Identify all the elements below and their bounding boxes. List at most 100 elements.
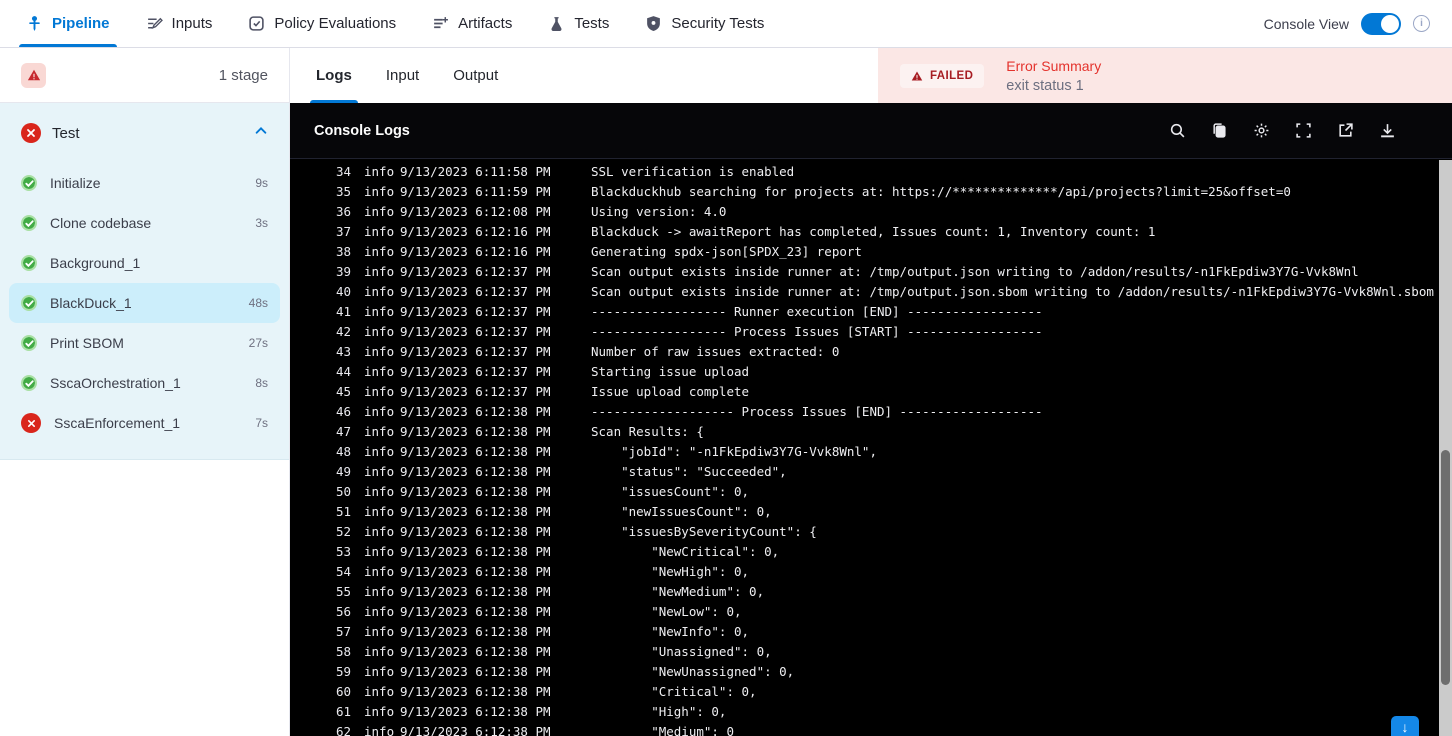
log-level: info (364, 524, 395, 539)
log-level: info (364, 604, 395, 619)
log-timestamp: 9/13/2023 6:12:38 PM (400, 544, 551, 559)
step-row[interactable]: Initialize 9s (9, 163, 280, 203)
log-level: info (364, 624, 395, 639)
log-timestamp: 9/13/2023 6:12:37 PM (400, 344, 551, 359)
log-line: 48 info 9/13/2023 6:12:38 PM "jobId": "-… (290, 442, 1452, 462)
step-row[interactable]: SscaOrchestration_1 8s (9, 363, 280, 403)
log-message: Issue upload complete (591, 384, 750, 399)
scrollbar-thumb[interactable] (1441, 450, 1450, 685)
log-message: "Medium": 0 (591, 724, 734, 736)
step-duration: 27s (248, 336, 268, 350)
nav-tab-artifacts[interactable]: Artifacts (432, 0, 512, 47)
open-in-new-icon[interactable] (1337, 122, 1354, 139)
log-level: info (364, 184, 395, 199)
console-view-toggle[interactable] (1361, 12, 1401, 35)
toggle-knob (1381, 14, 1399, 33)
main-tab-bar: Logs Input Output FAILED Error Summary e… (290, 48, 1452, 103)
log-timestamp: 9/13/2023 6:11:59 PM (400, 184, 551, 199)
log-level: info (364, 484, 395, 499)
log-line: 46 info 9/13/2023 6:12:38 PM -----------… (290, 402, 1452, 422)
nav-tabs: Pipeline Inputs Policy Evaluations Artif… (19, 0, 764, 47)
tab-output[interactable]: Output (451, 48, 500, 103)
nav-tab-security-tests[interactable]: Security Tests (645, 0, 764, 47)
success-check-icon (21, 215, 37, 231)
log-timestamp: 9/13/2023 6:12:16 PM (400, 244, 551, 259)
success-check-icon (21, 175, 37, 191)
log-message: SSL verification is enabled (591, 164, 795, 179)
download-icon[interactable] (1379, 122, 1396, 139)
settings-icon[interactable] (1253, 122, 1270, 139)
pipeline-icon (26, 15, 43, 32)
step-name: Clone codebase (50, 215, 152, 231)
log-level: info (364, 404, 395, 419)
log-line: 59 info 9/13/2023 6:12:38 PM "NewUnassig… (290, 662, 1452, 682)
log-line: 52 info 9/13/2023 6:12:38 PM "issuesBySe… (290, 522, 1452, 542)
chevron-up-icon[interactable] (254, 124, 268, 143)
log-level: info (364, 204, 395, 219)
search-icon[interactable] (1169, 122, 1186, 139)
log-level: info (364, 224, 395, 239)
log-message: "NewInfo": 0, (591, 624, 750, 639)
log-level: info (364, 264, 395, 279)
log-tabs: Logs Input Output (290, 48, 500, 103)
log-level: info (364, 244, 395, 259)
console-scrollbar[interactable] (1439, 160, 1452, 736)
step-row[interactable]: SscaEnforcement_1 7s (9, 403, 280, 443)
log-line-number: 42 (335, 324, 351, 339)
nav-tab-pipeline[interactable]: Pipeline (19, 0, 117, 47)
step-row[interactable]: Clone codebase 3s (9, 203, 280, 243)
fullscreen-icon[interactable] (1295, 122, 1312, 139)
step-name: SscaOrchestration_1 (50, 375, 181, 391)
log-line: 41 info 9/13/2023 6:12:37 PM -----------… (290, 302, 1452, 322)
copy-icon[interactable] (1211, 122, 1228, 139)
log-message: Scan output exists inside runner at: /tm… (591, 264, 1359, 279)
log-level: info (364, 364, 395, 379)
log-line: 57 info 9/13/2023 6:12:38 PM "NewInfo": … (290, 622, 1452, 642)
success-check-icon (21, 295, 37, 311)
log-message: "Critical": 0, (591, 684, 757, 699)
log-timestamp: 9/13/2023 6:12:37 PM (400, 304, 551, 319)
log-level: info (364, 644, 395, 659)
log-timestamp: 9/13/2023 6:12:37 PM (400, 284, 551, 299)
success-check-icon (21, 335, 37, 351)
scroll-to-bottom-button[interactable]: ↓ (1391, 716, 1419, 736)
log-message: Scan output exists inside runner at: /tm… (591, 284, 1434, 299)
nav-tab-policy-evaluations[interactable]: Policy Evaluations (248, 0, 396, 47)
log-line-number: 37 (335, 224, 351, 239)
log-line-number: 55 (335, 584, 351, 599)
success-check-icon (21, 375, 37, 391)
log-line-number: 36 (335, 204, 351, 219)
log-message: "NewMedium": 0, (591, 584, 765, 599)
log-timestamp: 9/13/2023 6:12:38 PM (400, 464, 551, 479)
inputs-icon (146, 15, 163, 32)
log-line-number: 43 (335, 344, 351, 359)
log-line: 39 info 9/13/2023 6:12:37 PM Scan output… (290, 262, 1452, 282)
log-message: Generating spdx-json[SPDX_23] report (591, 244, 862, 259)
log-timestamp: 9/13/2023 6:12:38 PM (400, 404, 551, 419)
tab-input[interactable]: Input (384, 48, 421, 103)
log-line-number: 58 (335, 644, 351, 659)
nav-tab-inputs[interactable]: Inputs (146, 0, 212, 47)
step-row[interactable]: Print SBOM 27s (9, 323, 280, 363)
info-icon[interactable]: i (1413, 15, 1430, 32)
log-level: info (364, 324, 395, 339)
log-timestamp: 9/13/2023 6:12:38 PM (400, 644, 551, 659)
log-level: info (364, 424, 395, 439)
log-message: "newIssuesCount": 0, (591, 504, 772, 519)
tab-logs[interactable]: Logs (310, 48, 358, 103)
policy-check-icon (248, 15, 265, 32)
nav-tab-tests[interactable]: Tests (548, 0, 609, 47)
log-line: 34 info 9/13/2023 6:11:58 PM SSL verific… (290, 162, 1452, 182)
step-row[interactable]: Background_1 (9, 243, 280, 283)
log-lines: 34 info 9/13/2023 6:11:58 PM SSL verific… (290, 162, 1452, 736)
log-level: info (364, 704, 395, 719)
stage-count: 1 stage (218, 66, 268, 84)
pipeline-failed-warning-icon (21, 62, 46, 88)
step-duration: 48s (248, 296, 268, 310)
log-timestamp: 9/13/2023 6:12:37 PM (400, 264, 551, 279)
log-line: 42 info 9/13/2023 6:12:37 PM -----------… (290, 322, 1452, 342)
step-row[interactable]: BlackDuck_1 48s (9, 283, 280, 323)
log-line: 50 info 9/13/2023 6:12:38 PM "issuesCoun… (290, 482, 1452, 502)
console-log-body[interactable]: 34 info 9/13/2023 6:11:58 PM SSL verific… (290, 159, 1452, 736)
stage-header-test[interactable]: Test (0, 103, 289, 163)
